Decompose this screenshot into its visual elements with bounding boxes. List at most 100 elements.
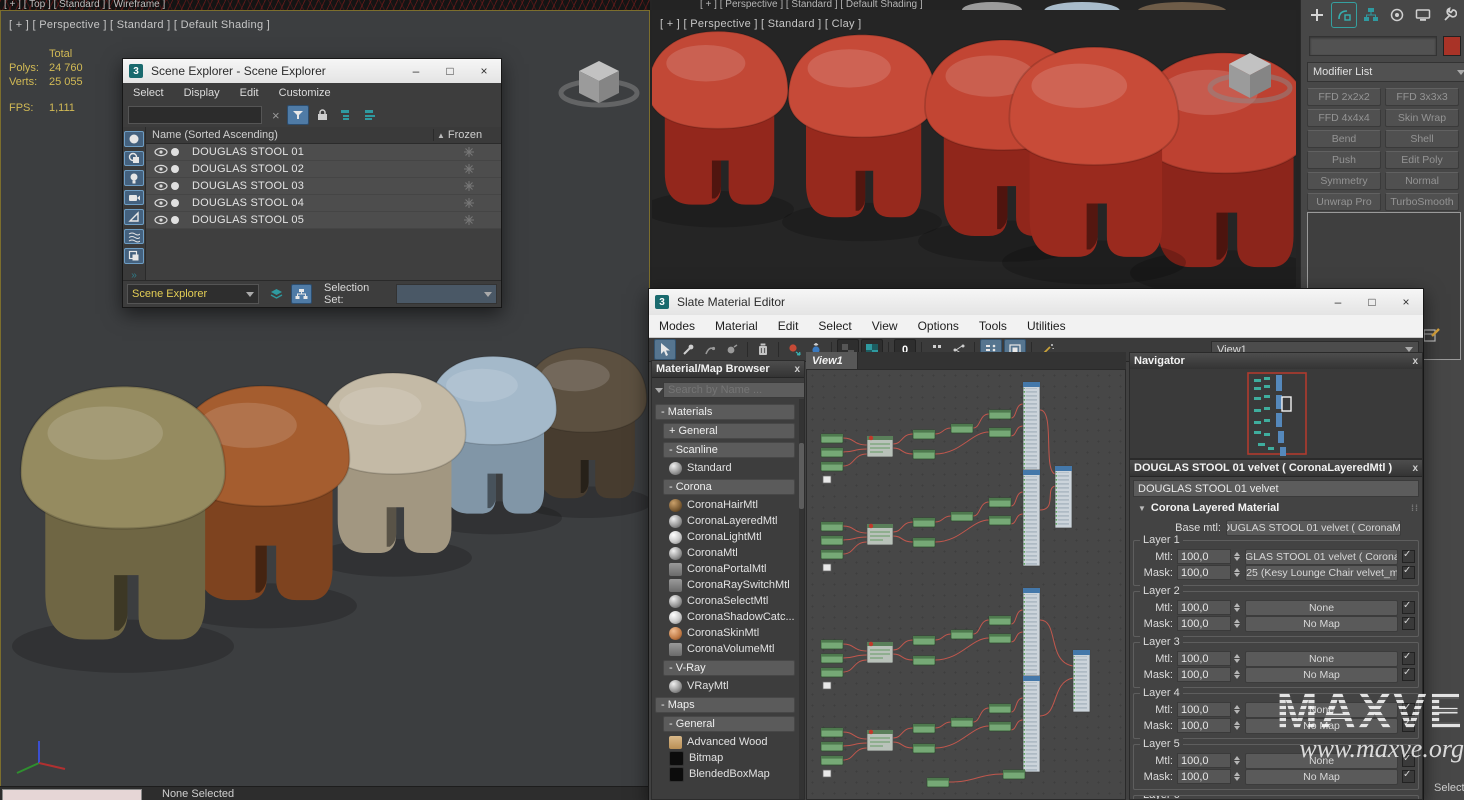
frozen-toggle-icon[interactable] — [437, 181, 501, 191]
menu-item[interactable]: Edit — [768, 319, 809, 333]
clear-search-icon[interactable]: × — [272, 108, 280, 123]
browser-options-icon[interactable] — [655, 383, 663, 397]
utilities-tab-icon[interactable] — [1437, 3, 1461, 27]
close-panel-icon[interactable]: x — [794, 364, 800, 375]
modifier-button[interactable]: TurboSmooth — [1385, 193, 1459, 211]
browser-tree-row[interactable]: Advanced Wood — [669, 734, 799, 750]
menu-item[interactable]: Modes — [649, 319, 705, 333]
assign-material-to-selection-icon[interactable] — [784, 340, 804, 359]
visibility-eye-icon[interactable] — [154, 215, 168, 225]
mask-enable-checkbox[interactable] — [1402, 770, 1415, 783]
mtl-amount-field[interactable]: 100,0 — [1177, 600, 1231, 615]
mask-amount-field[interactable]: 100,0 — [1177, 616, 1231, 631]
mtl-enable-checkbox[interactable] — [1402, 601, 1415, 614]
browser-tree-row[interactable]: BlendedBoxMap — [669, 766, 799, 782]
collapse-tree-icon[interactable] — [361, 106, 381, 124]
visibility-eye-icon[interactable] — [154, 181, 168, 191]
column-header-frozen[interactable]: ▲ Frozen — [433, 129, 501, 141]
modifier-button[interactable]: Skin Wrap — [1385, 109, 1459, 127]
frozen-toggle-icon[interactable] — [437, 147, 501, 157]
mask-slot-button[interactable]: No Map — [1245, 769, 1398, 785]
mtl-enable-checkbox[interactable] — [1402, 754, 1415, 767]
create-tab-icon[interactable] — [1305, 3, 1329, 27]
object-name-field[interactable] — [1309, 36, 1437, 56]
mtl-enable-checkbox[interactable] — [1402, 652, 1415, 665]
mtl-spinner[interactable] — [1232, 550, 1241, 563]
menu-item[interactable]: Select — [123, 87, 174, 99]
mtl-slot-button[interactable]: OUGLAS STOOL 01 velvet ( CoronaMtl — [1245, 549, 1398, 565]
menu-item[interactable]: Display — [174, 87, 230, 99]
maximize-button[interactable]: □ — [433, 59, 467, 83]
mtl-spinner[interactable] — [1232, 601, 1241, 614]
navigator-thumbnail[interactable] — [1130, 369, 1422, 458]
scene-explorer-titlebar[interactable]: 3 Scene Explorer - Scene Explorer – □ × — [123, 59, 501, 83]
mask-slot-button[interactable]: p #25 (Kesy Lounge Chair velvet_mix.j — [1245, 565, 1398, 581]
visibility-eye-icon[interactable] — [154, 198, 168, 208]
maxscript-mini-listener[interactable] — [2, 789, 142, 800]
browser-tree-row[interactable]: - General — [663, 716, 795, 732]
put-to-library-icon[interactable] — [722, 340, 742, 359]
parameter-editor-icon[interactable] — [1424, 328, 1440, 342]
navigator-title[interactable]: Navigatorx — [1130, 353, 1422, 370]
mtl-enable-checkbox[interactable] — [1402, 550, 1415, 563]
mask-spinner[interactable] — [1232, 770, 1241, 783]
params-header[interactable]: DOUGLAS STOOL 01 velvet ( CoronaLayeredM… — [1130, 460, 1422, 477]
browser-tree-row[interactable]: CoronaLightMtl — [669, 529, 799, 545]
mask-enable-checkbox[interactable] — [1402, 719, 1415, 732]
viewport-upper-sliver-label[interactable]: [ + ] [ Perspective ] [ Standard ] [ Def… — [700, 0, 923, 10]
viewport-upper-sliver[interactable]: [ + ] [ Perspective ] [ Standard ] [ Def… — [652, 0, 1300, 10]
modify-tab-icon[interactable] — [1331, 2, 1357, 28]
menu-item[interactable]: Material — [705, 319, 768, 333]
mtl-amount-field[interactable]: 100,0 — [1177, 702, 1231, 717]
scene-object-row[interactable]: DOUGLAS STOOL 05 — [146, 212, 501, 229]
mask-slot-button[interactable]: No Map — [1245, 616, 1398, 632]
motion-tab-icon[interactable] — [1385, 3, 1409, 27]
browser-panel-title[interactable]: Material/Map Browserx — [652, 361, 804, 378]
layers-mode-icon[interactable] — [267, 285, 286, 303]
close-panel-icon[interactable]: x — [1412, 356, 1418, 367]
modifier-button[interactable]: Edit Poly — [1385, 151, 1459, 169]
display-helpers-icon[interactable] — [124, 209, 144, 225]
mtl-enable-checkbox[interactable] — [1402, 703, 1415, 716]
menu-item[interactable]: Edit — [230, 87, 269, 99]
explorer-selector-dropdown[interactable]: Scene Explorer — [127, 284, 259, 304]
mask-spinner[interactable] — [1232, 617, 1241, 630]
browser-tree-row[interactable]: CoronaPortalMtl — [669, 561, 799, 577]
browser-search-input[interactable] — [663, 382, 805, 398]
menu-item[interactable]: View — [862, 319, 908, 333]
node-graph-canvas[interactable] — [806, 369, 1126, 800]
mask-enable-checkbox[interactable] — [1402, 617, 1415, 630]
mask-amount-field[interactable]: 100,0 — [1177, 667, 1231, 682]
browser-tree-row[interactable]: Bitmap — [669, 750, 799, 766]
rollout-header[interactable]: ▼Corona Layered Material⁞⁞ — [1133, 500, 1419, 516]
display-lights-icon[interactable] — [124, 170, 144, 186]
stool-object-01[interactable] — [12, 386, 234, 672]
browser-tree-row[interactable]: CoronaRaySwitchMtl — [669, 577, 799, 593]
mtl-amount-field[interactable]: 100,0 — [1177, 753, 1231, 768]
browser-tree-row[interactable]: CoronaVolumeMtl — [669, 641, 799, 657]
search-input[interactable] — [128, 106, 262, 124]
expand-tree-icon[interactable] — [337, 106, 357, 124]
display-shapes-icon[interactable] — [124, 151, 144, 167]
mask-amount-field[interactable]: 100,0 — [1177, 769, 1231, 784]
mtl-slot-button[interactable]: None — [1245, 753, 1398, 769]
close-panel-icon[interactable]: x — [1412, 463, 1418, 474]
scene-object-row[interactable]: DOUGLAS STOOL 04 — [146, 195, 501, 212]
modifier-button[interactable]: Normal — [1385, 172, 1459, 190]
frozen-toggle-icon[interactable] — [437, 164, 501, 174]
close-button[interactable]: × — [1389, 289, 1423, 315]
modifier-button[interactable]: Push — [1307, 151, 1381, 169]
hierarchy-mode-icon[interactable] — [291, 284, 312, 304]
modifier-button[interactable]: Bend — [1307, 130, 1381, 148]
material-name-field[interactable]: DOUGLAS STOOL 01 velvet — [1133, 480, 1419, 497]
mtl-spinner[interactable] — [1232, 703, 1241, 716]
menu-item[interactable]: Customize — [269, 87, 341, 99]
browser-tree-row[interactable]: - Corona — [663, 479, 795, 495]
sme-titlebar[interactable]: 3 Slate Material Editor – □ × — [649, 289, 1423, 315]
column-header-name[interactable]: Name (Sorted Ascending) — [146, 129, 433, 141]
mtl-amount-field[interactable]: 100,0 — [1177, 549, 1231, 564]
mtl-slot-button[interactable]: None — [1245, 702, 1398, 718]
modifier-button[interactable]: Symmetry — [1307, 172, 1381, 190]
menu-item[interactable]: Utilities — [1017, 319, 1076, 333]
browser-tree-row[interactable]: CoronaHairMtl — [669, 497, 799, 513]
